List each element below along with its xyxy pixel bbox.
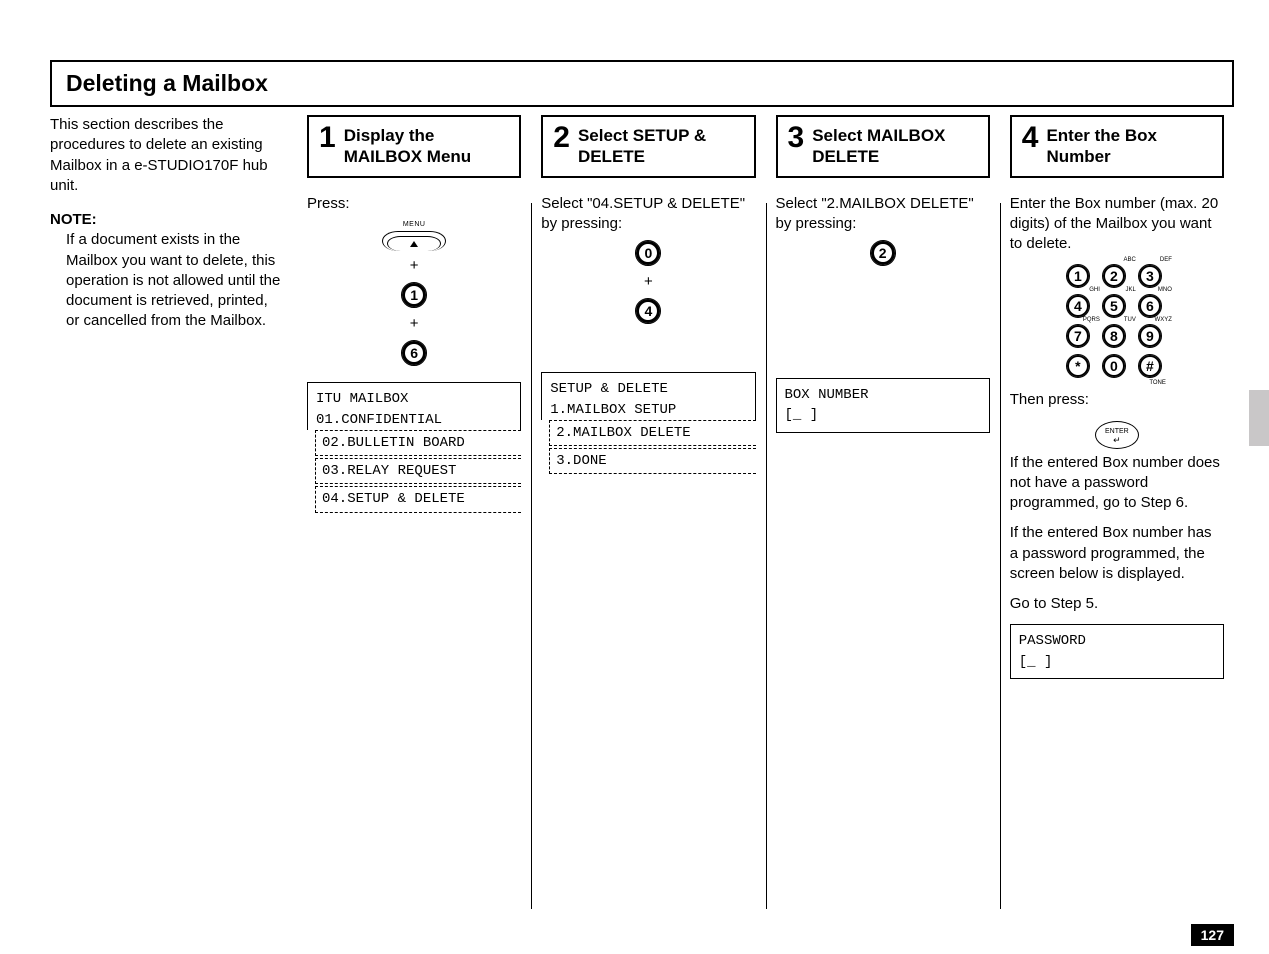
key-7-icon: 7 — [1066, 324, 1090, 348]
lcd-line: 01.CONFIDENTIAL — [316, 410, 512, 430]
step-4-lcd: PASSWORD [_ ] — [1010, 624, 1224, 679]
step-3-header: 3 Select MAILBOX DELETE — [776, 115, 990, 178]
step-1-header: 1 Display the MAILBOX Menu — [307, 115, 521, 178]
key-4-icon: 4 — [1066, 294, 1090, 318]
step-2-title: Select SETUP & DELETE — [578, 125, 744, 168]
step-3-title: Select MAILBOX DELETE — [812, 125, 978, 168]
page: Deleting a Mailbox This section describe… — [50, 60, 1234, 914]
page-number: 127 — [1191, 924, 1234, 946]
step-3-number: 3 — [788, 123, 805, 153]
key-8-icon: 8 — [1102, 324, 1126, 348]
lcd-scroll-row: 04.SETUP & DELETE — [315, 486, 521, 512]
step-1-title: Display the MAILBOX Menu — [344, 125, 510, 168]
lcd-line: SETUP & DELETE — [550, 379, 746, 399]
key-2-icon: 2 — [1102, 264, 1126, 288]
key-5-icon: 5 — [1102, 294, 1126, 318]
section-title: Deleting a Mailbox — [66, 70, 268, 96]
step-1-key-sequence: MENU + 1 + 6 — [307, 220, 521, 367]
key-0-icon: 0 — [1102, 354, 1126, 378]
step-2-instruction: Select "04.SETUP & DELETE" by pressing: — [541, 194, 755, 235]
step-1-lcd: ITU MAILBOX 01.CONFIDENTIAL — [307, 382, 521, 430]
step-3-instruction: Select "2.MAILBOX DELETE" by pressing: — [776, 194, 990, 235]
key-3-icon: 3 — [1138, 264, 1162, 288]
note-block: NOTE: If a document exists in the Mailbo… — [50, 210, 283, 332]
section-title-box: Deleting a Mailbox — [50, 60, 1234, 107]
key-hash-icon: # — [1138, 354, 1162, 378]
step-2-lcd: SETUP & DELETE 1.MAILBOX SETUP — [541, 372, 755, 420]
key-9-icon: 9 — [1138, 324, 1162, 348]
step-4-number: 4 — [1022, 123, 1039, 153]
then-press-label: Then press: — [1010, 390, 1224, 410]
step-1-number: 1 — [319, 123, 336, 153]
step-2-body: Select "04.SETUP & DELETE" by pressing: … — [541, 194, 755, 475]
step-4-body: Enter the Box number (max. 20 digits) of… — [1010, 194, 1224, 679]
lcd-line: BOX NUMBER — [785, 385, 981, 405]
lcd-scroll-row: 3.DONE — [549, 448, 755, 474]
key-6-icon: 6 — [1138, 294, 1162, 318]
menu-shape — [382, 231, 446, 251]
plus-separator: + — [410, 256, 419, 276]
key-6-icon: 6 — [401, 340, 427, 366]
lcd-scroll-row: 02.BULLETIN BOARD — [315, 430, 521, 456]
intro-column: This section describes the procedures to… — [50, 115, 297, 909]
plus-separator: + — [410, 314, 419, 334]
lcd-scroll-row: 03.RELAY REQUEST — [315, 458, 521, 484]
step-1-instruction: Press: — [307, 194, 521, 214]
key-0-icon: 0 — [635, 240, 661, 266]
enter-key-wrap: ENTER — [1010, 421, 1224, 449]
lcd-line: [_ ] — [1019, 652, 1215, 672]
step-4-header: 4 Enter the Box Number — [1010, 115, 1224, 178]
spacer — [541, 340, 755, 372]
lcd-line: [_ ] — [785, 405, 981, 425]
step-3-column: 3 Select MAILBOX DELETE Select "2.MAILBO… — [766, 115, 1000, 909]
key-4-icon: 4 — [635, 298, 661, 324]
key-1-icon: 1 — [1066, 264, 1090, 288]
step-4-para-3: Go to Step 5. — [1010, 594, 1224, 614]
step-2-number: 2 — [553, 123, 570, 153]
step-2-header: 2 Select SETUP & DELETE — [541, 115, 755, 178]
step-4-title: Enter the Box Number — [1046, 125, 1212, 168]
up-triangle-icon — [410, 241, 418, 247]
step-4-para-2: If the entered Box number has a password… — [1010, 523, 1224, 584]
step-1-scroll-rows: 02.BULLETIN BOARD 03.RELAY REQUEST 04.SE… — [307, 430, 521, 513]
enter-key-icon: ENTER — [1095, 421, 1139, 449]
step-2-column: 2 Select SETUP & DELETE Select "04.SETUP… — [531, 115, 765, 909]
intro-paragraph: This section describes the procedures to… — [50, 115, 283, 196]
lcd-line: ITU MAILBOX — [316, 389, 512, 409]
step-1-column: 1 Display the MAILBOX Menu Press: MENU +… — [297, 115, 531, 909]
key-2-icon: 2 — [870, 240, 896, 266]
step-3-body: Select "2.MAILBOX DELETE" by pressing: 2… — [776, 194, 990, 433]
tone-label: TONE — [1149, 379, 1166, 387]
step-4-column: 4 Enter the Box Number Enter the Box num… — [1000, 115, 1234, 909]
key-star-icon: * — [1066, 354, 1090, 378]
note-heading: NOTE: — [50, 210, 283, 230]
lcd-line: 1.MAILBOX SETUP — [550, 400, 746, 420]
section-tab-marker — [1249, 390, 1269, 446]
content-row: This section describes the procedures to… — [50, 115, 1234, 909]
key-1-icon: 1 — [401, 282, 427, 308]
step-3-lcd: BOX NUMBER [_ ] — [776, 378, 990, 433]
menu-key-icon: MENU — [382, 220, 446, 246]
step-2-key-sequence: 0 + 4 — [541, 240, 755, 324]
step-2-scroll-rows: 2.MAILBOX DELETE 3.DONE — [541, 420, 755, 475]
note-body: If a document exists in the Mailbox you … — [66, 230, 283, 331]
step-4-para-1: If the entered Box number does not have … — [1010, 453, 1224, 514]
menu-label: MENU — [382, 220, 446, 229]
lcd-scroll-row: 2.MAILBOX DELETE — [549, 420, 755, 446]
numeric-keypad-icon: 1 2ABC 3DEF 4GHI 5JKL 6MNO 7PQRS 8TUV 9W… — [1010, 264, 1224, 378]
spacer — [776, 282, 990, 378]
plus-separator: + — [644, 272, 653, 292]
step-3-key-sequence: 2 — [776, 240, 990, 266]
step-1-body: Press: MENU + 1 + 6 ITU MAILBOX 01.CO — [307, 194, 521, 513]
step-4-instruction: Enter the Box number (max. 20 digits) of… — [1010, 194, 1224, 255]
lcd-line: PASSWORD — [1019, 631, 1215, 651]
